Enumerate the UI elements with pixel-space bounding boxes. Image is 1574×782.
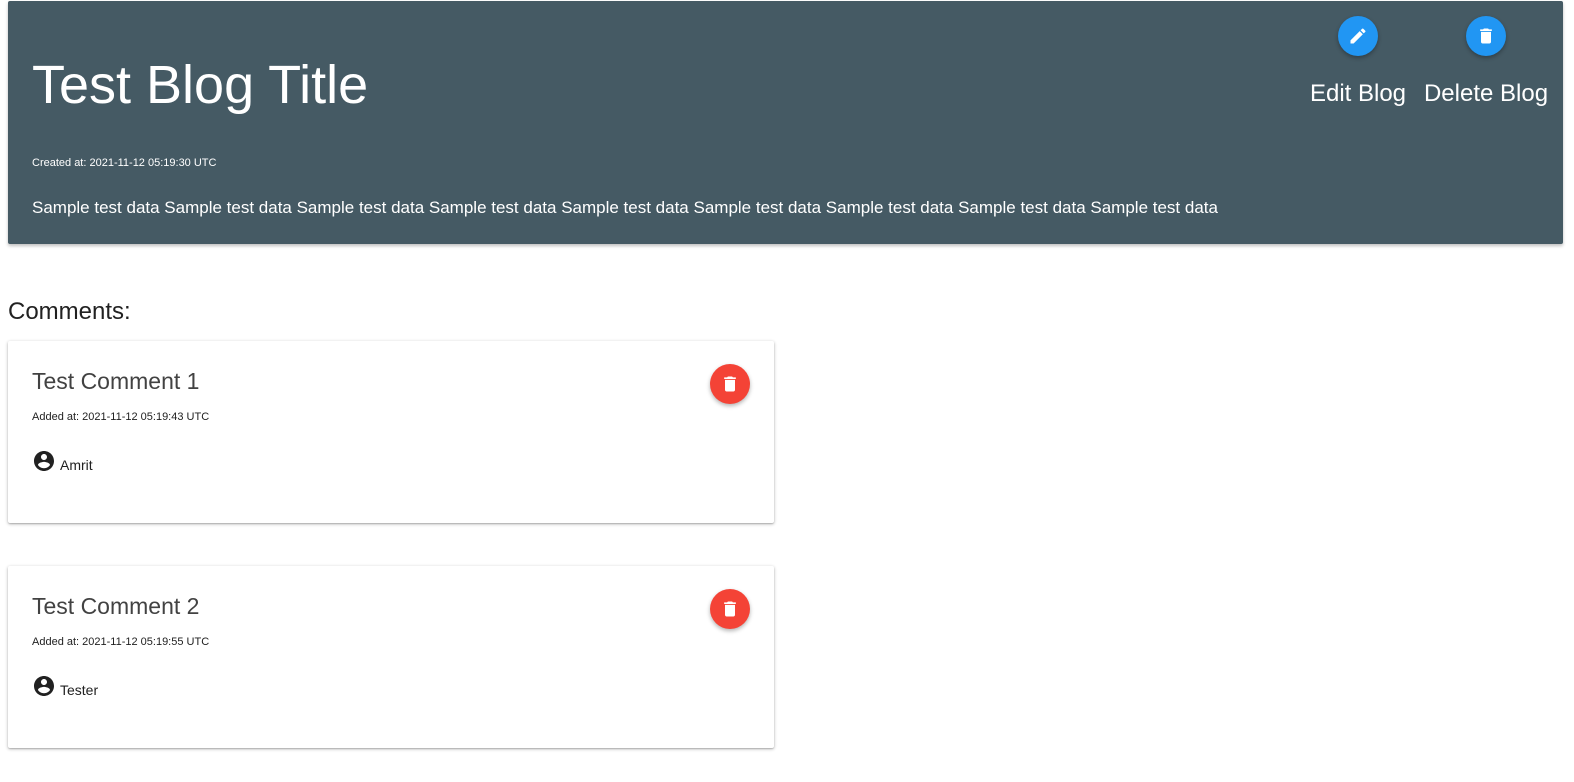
comment-title: Test Comment 2 — [32, 593, 200, 619]
delete-blog-button[interactable]: Delete Blog — [1424, 16, 1548, 108]
delete-blog-fab[interactable] — [1466, 16, 1506, 56]
account-circle-icon — [34, 451, 54, 471]
comment-title: Test Comment 1 — [32, 368, 200, 394]
blog-card: Test Blog Title Created at: 2021-11-12 0… — [8, 1, 1563, 244]
pencil-icon — [1350, 28, 1366, 44]
blog-created-date: Created at: 2021-11-12 05:19:30 UTC — [32, 157, 217, 169]
account-circle-icon — [34, 676, 54, 696]
comment-added-date: Added at: 2021-11-12 05:19:55 UTC — [32, 636, 210, 648]
trash-icon — [1480, 28, 1492, 44]
comments-heading: Comments: — [8, 298, 131, 325]
delete-blog-label[interactable]: Delete Blog — [1424, 80, 1548, 108]
trash-icon — [724, 376, 736, 392]
comment-author: Amrit — [32, 449, 93, 473]
comment-added-date: Added at: 2021-11-12 05:19:43 UTC — [32, 411, 210, 423]
trash-icon — [724, 601, 736, 617]
delete-comment-button[interactable] — [710, 589, 750, 629]
delete-comment-button[interactable] — [710, 364, 750, 404]
comment-card: Test Comment 1 Added at: 2021-11-12 05:1… — [8, 341, 774, 523]
comment-author-name: Amrit — [60, 457, 93, 473]
blog-title: Test Blog Title — [32, 55, 369, 115]
edit-blog-fab[interactable] — [1338, 16, 1378, 56]
edit-blog-button[interactable]: Edit Blog — [1308, 16, 1408, 108]
edit-blog-label[interactable]: Edit Blog — [1310, 80, 1406, 108]
comment-card: Test Comment 2 Added at: 2021-11-12 05:1… — [8, 566, 774, 748]
comment-author: Tester — [32, 674, 98, 698]
comment-author-name: Tester — [60, 682, 99, 698]
blog-body: Sample test data Sample test data Sample… — [32, 198, 1218, 217]
